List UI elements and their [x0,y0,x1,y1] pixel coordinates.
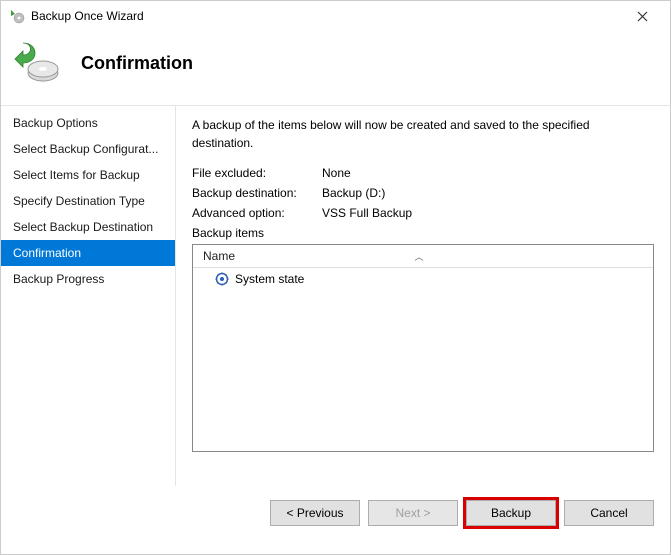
backup-destination-label: Backup destination: [192,186,322,200]
sidebar-item-backup-progress[interactable]: Backup Progress [1,266,175,292]
backup-icon [13,39,61,87]
app-icon [9,8,25,24]
summary-table: File excluded: None Backup destination: … [192,166,654,220]
list-item[interactable]: System state [193,268,653,290]
sidebar-item-confirmation[interactable]: Confirmation [1,240,175,266]
close-button[interactable] [622,2,662,30]
wizard-header: Confirmation [1,31,670,105]
list-item-label: System state [235,272,304,286]
window-title: Backup Once Wizard [31,9,144,23]
sidebar-item-select-backup-configuration[interactable]: Select Backup Configurat... [1,136,175,162]
backup-button[interactable]: Backup [466,500,556,526]
gear-icon [215,272,229,286]
list-header-name: Name [203,249,235,263]
advanced-option-label: Advanced option: [192,206,322,220]
main-content: A backup of the items below will now be … [175,106,670,486]
advanced-option-value: VSS Full Backup [322,206,412,220]
wizard-steps-sidebar: Backup Options Select Backup Configurat.… [1,106,175,486]
previous-button[interactable]: < Previous [270,500,360,526]
titlebar: Backup Once Wizard [1,1,670,31]
page-title: Confirmation [81,53,193,74]
cancel-button[interactable]: Cancel [564,500,654,526]
sort-caret-icon: ︿ [415,250,424,263]
file-excluded-label: File excluded: [192,166,322,180]
list-header[interactable]: Name ︿ [193,245,653,268]
backup-destination-value: Backup (D:) [322,186,385,200]
sidebar-item-backup-options[interactable]: Backup Options [1,110,175,136]
intro-text: A backup of the items below will now be … [192,116,654,152]
sidebar-item-select-backup-destination[interactable]: Select Backup Destination [1,214,175,240]
file-excluded-value: None [322,166,351,180]
next-button: Next > [368,500,458,526]
backup-items-list[interactable]: Name ︿ System stat [192,244,654,452]
sidebar-item-select-items[interactable]: Select Items for Backup [1,162,175,188]
backup-items-label: Backup items [192,226,654,240]
sidebar-item-specify-destination-type[interactable]: Specify Destination Type [1,188,175,214]
wizard-footer: < Previous Next > Backup Cancel [1,486,670,544]
